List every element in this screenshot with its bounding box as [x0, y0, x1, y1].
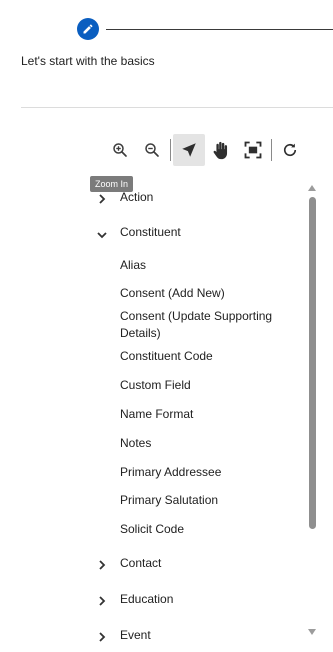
- step-indicator[interactable]: [77, 18, 99, 40]
- chevron-down-icon: [97, 232, 107, 239]
- toolbar-separator: [170, 139, 171, 161]
- section-divider: [21, 107, 333, 108]
- tree-leaf-solicit-code[interactable]: Solicit Code: [120, 521, 290, 538]
- select-tool-button[interactable]: [173, 134, 205, 166]
- tree-leaf-name-format[interactable]: Name Format: [120, 406, 290, 423]
- pointer-icon: [182, 143, 196, 157]
- zoom-in-button[interactable]: [104, 134, 136, 166]
- tree-node-label: Education: [120, 592, 174, 606]
- tree-node-label: Action: [120, 190, 154, 204]
- hand-icon: [213, 141, 228, 160]
- tree-leaf-primary-salutation[interactable]: Primary Salutation: [120, 492, 290, 509]
- chevron-right-icon: [99, 632, 106, 642]
- step-connector: [106, 29, 333, 30]
- app-root: Let's start with the basics Zoom In Acti…: [0, 0, 333, 652]
- entity-tree: Action Constituent Alias Consent (Add Ne…: [0, 184, 305, 652]
- tree-node-event[interactable]: Event: [0, 627, 305, 643]
- tree-node-education[interactable]: Education: [0, 591, 305, 607]
- pan-tool-button[interactable]: [205, 134, 237, 166]
- zoom-out-icon: [145, 143, 159, 157]
- tree-node-label: Event: [120, 628, 151, 642]
- tree-node-label: Constituent: [120, 225, 181, 239]
- refresh-icon: [283, 143, 297, 157]
- fit-screen-icon: [244, 141, 262, 159]
- tree-node-label: Contact: [120, 556, 162, 570]
- tree-leaf-constituent-code[interactable]: Constituent Code: [120, 348, 290, 365]
- fit-to-screen-button[interactable]: [237, 134, 269, 166]
- tree-node-contact[interactable]: Contact: [0, 555, 305, 571]
- scroll-up-arrow[interactable]: [308, 185, 316, 191]
- scroll-down-arrow[interactable]: [308, 629, 316, 635]
- refresh-button[interactable]: [274, 134, 306, 166]
- zoom-out-button[interactable]: [136, 134, 168, 166]
- tree-node-constituent[interactable]: Constituent: [0, 224, 305, 240]
- scrollbar-thumb[interactable]: [309, 197, 316, 529]
- chevron-right-icon: [99, 194, 106, 204]
- step-caption: Let's start with the basics: [21, 54, 155, 68]
- pencil-icon: [83, 24, 93, 34]
- chevron-right-icon: [99, 596, 106, 606]
- diagram-toolbar: [104, 134, 306, 166]
- zoom-in-icon: [113, 143, 127, 157]
- tree-leaf-custom-field[interactable]: Custom Field: [120, 377, 290, 394]
- tree-leaf-primary-addressee[interactable]: Primary Addressee: [120, 464, 290, 481]
- tree-leaf-consent-update[interactable]: Consent (Update Supporting Details): [120, 308, 290, 342]
- tree-leaf-alias[interactable]: Alias: [120, 257, 290, 274]
- toolbar-separator: [271, 139, 272, 161]
- tree-node-action[interactable]: Action: [0, 189, 305, 205]
- tree-leaf-consent-add-new[interactable]: Consent (Add New): [120, 285, 290, 302]
- chevron-right-icon: [99, 560, 106, 570]
- tree-leaf-notes[interactable]: Notes: [120, 435, 290, 452]
